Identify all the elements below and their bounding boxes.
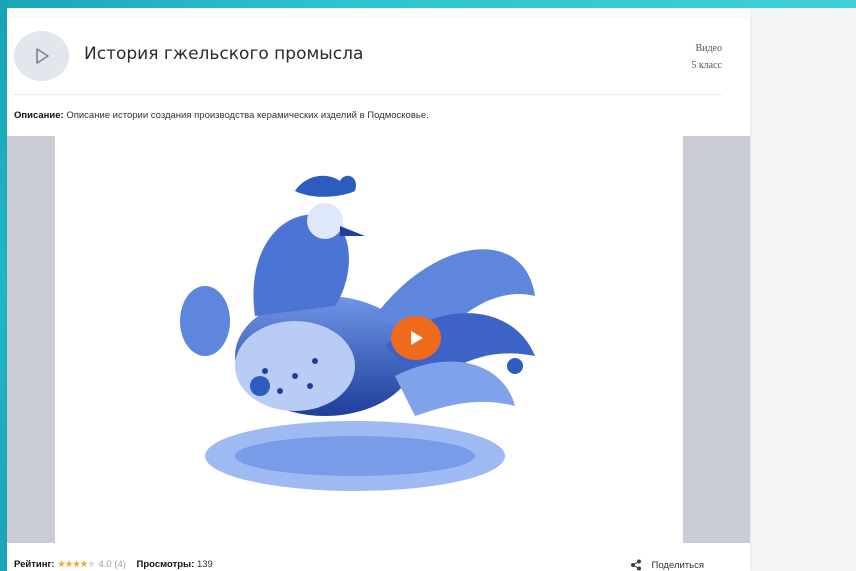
rating-label: Рейтинг: [14,559,55,570]
header-play-button[interactable] [14,31,69,81]
grade-label: 5 класс [691,60,722,71]
video-meta: Видео 5 класс [691,40,722,74]
share-label: Поделиться [651,559,704,571]
gzhel-rooster-image [180,175,535,491]
rating-star-empty[interactable]: ★ [87,559,96,570]
description-text: Описание истории создания производства к… [66,110,429,121]
content-type: Видео [695,43,722,54]
video-footer: Рейтинг: ★★★★★ 4.0 (4) Просмотры: 139 По… [14,559,744,571]
rating-stars[interactable]: ★★★★ [57,559,88,570]
description-label: Описание: [14,110,64,121]
rating-value: 4.0 [98,559,112,570]
rating-count: (4) [114,559,126,570]
play-icon [411,331,423,345]
video-title: История гжельского промысла [84,44,364,64]
video-card: История гжельского промысла Видео 5 клас… [7,17,750,571]
description: Описание: Описание истории создания прои… [14,110,429,121]
video-play-button[interactable] [391,316,441,360]
views-value: 139 [196,559,213,570]
right-background [750,8,856,571]
video-thumbnail [55,136,683,543]
left-border [0,0,7,571]
play-icon [35,48,49,64]
divider [14,94,722,95]
top-border [0,0,856,8]
share-button[interactable]: Поделиться [630,559,704,571]
share-icon [630,559,641,571]
views-label: Просмотры: [136,559,195,570]
video-player[interactable] [7,136,750,543]
